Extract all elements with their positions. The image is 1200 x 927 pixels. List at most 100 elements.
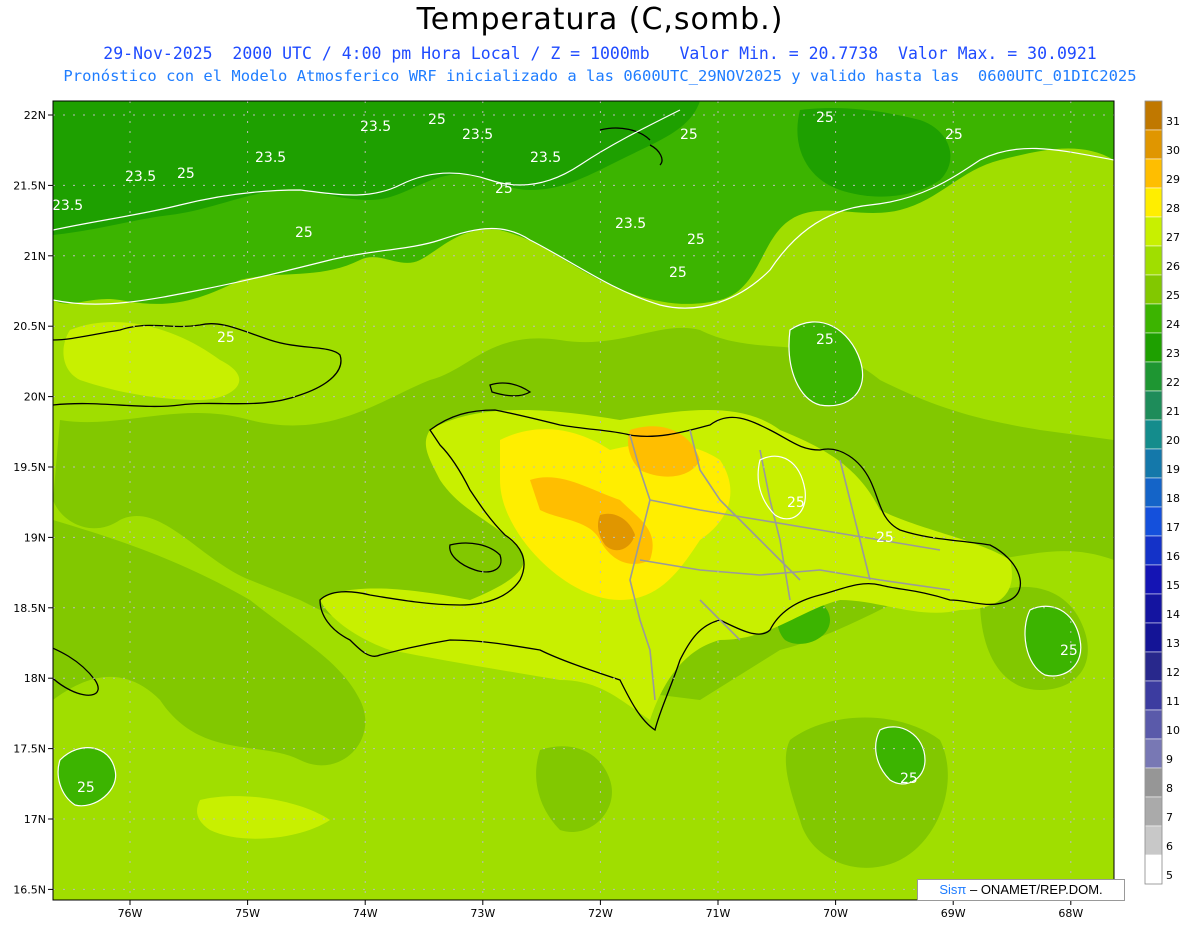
lon-tick-label: 69W: [941, 907, 966, 920]
colorbar-label: 29: [1166, 173, 1180, 186]
contour-label: 25: [687, 232, 705, 248]
colorbar-swatch: [1144, 796, 1163, 827]
lat-tick-label: 21.5N: [13, 179, 46, 192]
colorbar-swatch: [1144, 158, 1163, 189]
colorbar-label: 8: [1166, 782, 1173, 795]
lon-tick-label: 74W: [353, 907, 378, 920]
credit-text: – ONAMET/REP.DOM.: [966, 882, 1103, 897]
colorbar-label: 6: [1166, 840, 1173, 853]
colorbar-swatch: [1144, 332, 1163, 363]
contour-label: 23.5: [462, 127, 493, 143]
contour-label: 25: [495, 181, 513, 197]
colorbar-label: 11: [1166, 695, 1180, 708]
contour-label: 25: [900, 771, 918, 787]
colorbar-swatch: [1144, 274, 1163, 305]
colorbar-label: 16: [1166, 550, 1180, 563]
contour-label: 25: [428, 112, 446, 128]
lat-tick-label: 18.5N: [13, 602, 46, 615]
lat-tick-label: 19.5N: [13, 461, 46, 474]
contour-label: 25: [787, 495, 805, 511]
colorbar-swatch: [1144, 535, 1163, 566]
colorbar-label: 27: [1166, 231, 1180, 244]
colorbar-swatch: [1144, 477, 1163, 508]
contour-label: 23.5: [255, 150, 286, 166]
colorbar-swatch: [1144, 564, 1163, 595]
colorbar-swatch: [1144, 738, 1163, 769]
lat-tick-label: 20N: [24, 391, 46, 404]
contour-label: 23.5: [360, 119, 391, 135]
colorbar-label: 22: [1166, 376, 1180, 389]
colorbar-label: 13: [1166, 637, 1180, 650]
contour-label: 23.5: [530, 150, 561, 166]
lat-tick-label: 16.5N: [13, 883, 46, 896]
colorbar-swatch: [1144, 854, 1163, 885]
lon-tick-label: 68W: [1058, 907, 1083, 920]
colorbar-label: 19: [1166, 463, 1180, 476]
colorbar-swatch: [1144, 187, 1163, 218]
contour-label: 23.5: [52, 198, 83, 214]
credit-box: Sisπ – ONAMET/REP.DOM.: [917, 879, 1125, 901]
lat-tick-label: 17N: [24, 813, 46, 826]
contour-label: 23.5: [615, 216, 646, 232]
colorbar-swatch: [1144, 245, 1163, 276]
contour-label: 25: [217, 330, 235, 346]
lat-tick-label: 22N: [24, 109, 46, 122]
colorbar-label: 5: [1166, 869, 1173, 882]
contour-label: 25: [77, 780, 95, 796]
contour-label: 25: [177, 166, 195, 182]
map-field: 23.5 23.5 23.5 23.5 23.5 23.5 23.5 25 25…: [52, 101, 1114, 900]
colorbar-label: 17: [1166, 521, 1180, 534]
colorbar-label: 14: [1166, 608, 1180, 621]
colorbar-label: 31: [1166, 115, 1180, 128]
colorbar-label: 25: [1166, 289, 1180, 302]
colorbar-label: 7: [1166, 811, 1173, 824]
colorbar-label: 24: [1166, 318, 1180, 331]
colorbar-label: 23: [1166, 347, 1180, 360]
lon-tick-label: 72W: [588, 907, 613, 920]
colorbar-label: 9: [1166, 753, 1173, 766]
lon-tick-label: 70W: [823, 907, 848, 920]
lat-tick-label: 21N: [24, 250, 46, 263]
colorbar-swatch: [1144, 100, 1163, 131]
lat-tick-label: 20.5N: [13, 320, 46, 333]
colorbar-label: 21: [1166, 405, 1180, 418]
lat-tick-label: 18N: [24, 672, 46, 685]
colorbar-label: 12: [1166, 666, 1180, 679]
colorbar-label: 26: [1166, 260, 1180, 273]
colorbar-swatch: [1144, 129, 1163, 160]
colorbar-label: 20: [1166, 434, 1180, 447]
contour-label: 25: [295, 225, 313, 241]
contour-label: 25: [1060, 643, 1078, 659]
lat-tick-label: 19N: [24, 531, 46, 544]
colorbar-swatch: [1144, 680, 1163, 711]
contour-label: 25: [816, 332, 834, 348]
latitude-axis: 22N 21.5N 21N 20.5N 20N 19.5N 19N 18.5N 18N 17.5N…: [13, 109, 53, 896]
colorbar-swatch: [1144, 448, 1163, 479]
colorbar-swatch: [1144, 390, 1163, 421]
colorbar-swatch: [1144, 216, 1163, 247]
lon-tick-label: 73W: [470, 907, 495, 920]
colorbar-label: 18: [1166, 492, 1180, 505]
lon-tick-label: 76W: [118, 907, 143, 920]
colorbar-swatch: [1144, 361, 1163, 392]
colorbar-swatch: [1144, 506, 1163, 537]
temperature-map: 23.5 23.5 23.5 23.5 23.5 23.5 23.5 25 25…: [13, 100, 1180, 920]
colorbar: 31 30 29 28 27 26 25 24 23 22 21 20 19 18 17 16 15 14 13 12…: [1144, 100, 1180, 885]
colorbar-swatch: [1144, 709, 1163, 740]
colorbar-label: 28: [1166, 202, 1180, 215]
lat-tick-label: 17.5N: [13, 743, 46, 756]
longitude-axis: 76W 75W 74W 73W 72W 71W 70W 69W 68W: [118, 900, 1083, 920]
contour-label: 25: [945, 127, 963, 143]
colorbar-swatch: [1144, 767, 1163, 798]
colorbar-swatch: [1144, 825, 1163, 856]
colorbar-swatch: [1144, 303, 1163, 334]
lon-tick-label: 71W: [706, 907, 731, 920]
colorbar-label: 10: [1166, 724, 1180, 737]
contour-label: 25: [876, 530, 894, 546]
sispi-logo-text: Sisπ: [939, 882, 967, 897]
colorbar-label: 30: [1166, 144, 1180, 157]
colorbar-swatch: [1144, 593, 1163, 624]
colorbar-swatch: [1144, 651, 1163, 682]
contour-label: 25: [680, 127, 698, 143]
colorbar-label: 15: [1166, 579, 1180, 592]
